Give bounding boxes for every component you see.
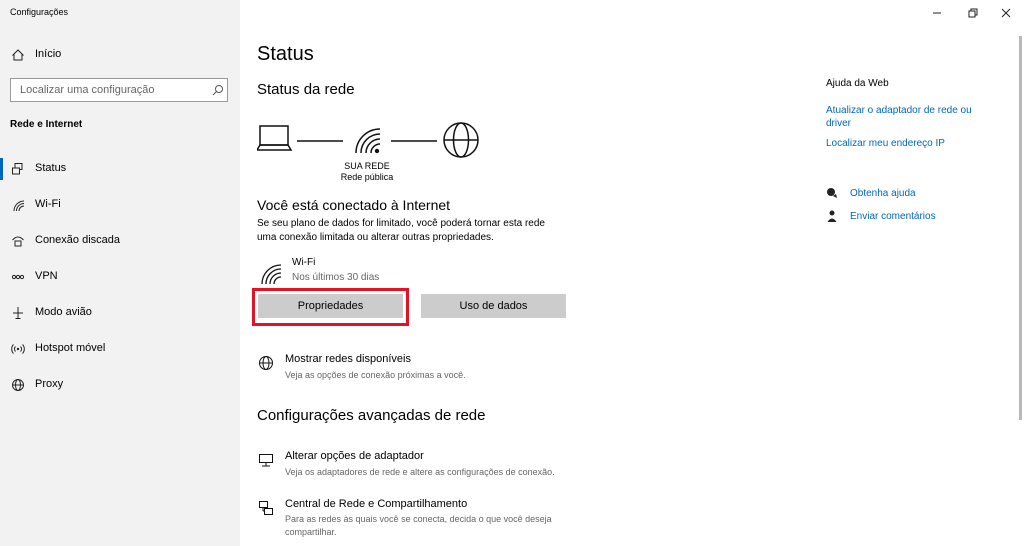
wifi-connection-icon	[261, 264, 282, 285]
minimize-icon[interactable]	[930, 6, 944, 20]
adapter-options-desc: Veja os adaptadores de rede e altere as …	[285, 467, 555, 477]
main-content: Status Status da rede SUA REDE Rede públ…	[240, 0, 1024, 546]
settings-window: Configurações Início Localizar uma confi…	[0, 0, 1024, 546]
sidebar-item-proxy[interactable]: Proxy	[0, 371, 240, 399]
network-diagram	[257, 122, 479, 158]
window-title: Configurações	[10, 7, 69, 17]
scrollbar[interactable]	[1019, 36, 1022, 420]
router-wifi-icon	[355, 128, 381, 154]
show-networks-link[interactable]: Mostrar redes disponíveis	[285, 353, 411, 365]
close-icon[interactable]	[999, 6, 1013, 20]
feedback-icon	[827, 210, 837, 222]
network-status-heading: Status da rede	[257, 81, 355, 98]
show-networks-desc: Veja as opções de conexão próximas a voc…	[285, 370, 466, 380]
advanced-heading: Configurações avançadas de rede	[257, 407, 486, 424]
sidebar-item-label: Status	[35, 162, 67, 174]
connected-desc-line2: uma conexão limitada ou alterar outras p…	[257, 232, 494, 243]
sidebar-item-dialup[interactable]: Conexão discada	[0, 227, 240, 255]
sharing-center-icon	[259, 501, 273, 515]
feedback-link[interactable]: Enviar comentários	[850, 211, 936, 222]
find-ip-link[interactable]: Localizar meu endereço IP	[826, 138, 945, 149]
update-adapter-link-cont[interactable]: driver	[826, 118, 851, 129]
globe-icon	[259, 356, 273, 370]
sharing-center-desc-line1: Para as redes às quais você se conecta, …	[285, 514, 552, 524]
wifi-icon	[13, 200, 25, 212]
search-placeholder: Localizar uma configuração	[20, 84, 155, 96]
sidebar-item-vpn[interactable]: VPN	[0, 263, 240, 291]
restore-icon[interactable]	[966, 6, 980, 20]
adapter-options-link[interactable]: Alterar opções de adaptador	[285, 450, 424, 462]
sharing-center-link[interactable]: Central de Rede e Compartilhamento	[285, 498, 467, 510]
network-name: SUA REDE	[344, 161, 390, 171]
search-icon	[212, 85, 223, 96]
sidebar-item-hotspot[interactable]: Hotspot móvel	[0, 335, 240, 363]
page-title: Status	[257, 43, 314, 65]
data-usage-button[interactable]: Uso de dados	[421, 294, 566, 318]
sidebar-item-wifi[interactable]: Wi-Fi	[0, 191, 240, 219]
connection-name: Wi-Fi	[292, 257, 316, 268]
sidebar-item-label: Proxy	[35, 378, 64, 390]
update-adapter-link[interactable]: Atualizar o adaptador de rede ou	[826, 105, 972, 116]
connected-desc-line1: Se seu plano de dados for limitado, você…	[257, 218, 545, 229]
connected-heading: Você está conectado à Internet	[257, 197, 451, 213]
get-help-link[interactable]: Obtenha ajuda	[850, 188, 916, 199]
sidebar-item-status[interactable]: Status	[0, 155, 240, 183]
sidebar-item-label: Hotspot móvel	[35, 342, 106, 354]
internet-globe-icon	[443, 122, 479, 158]
adapter-icon	[259, 454, 273, 467]
help-heading: Ajuda da Web	[826, 78, 889, 89]
airplane-icon	[13, 307, 23, 319]
sidebar-item-label: Modo avião	[35, 306, 92, 318]
hotspot-icon	[11, 344, 25, 354]
help-chat-icon	[827, 188, 837, 198]
connection-usage: Nos últimos 30 dias	[292, 272, 380, 283]
properties-button[interactable]: Propriedades	[258, 294, 403, 318]
sidebar-item-label: VPN	[35, 270, 58, 282]
status-icon	[12, 163, 23, 175]
laptop-icon	[257, 125, 293, 151]
home-icon	[12, 49, 24, 61]
dialup-icon	[12, 236, 24, 247]
sharing-center-desc-line2: compartilhar.	[285, 527, 337, 537]
home-label: Início	[35, 48, 62, 60]
network-type: Rede pública	[340, 172, 394, 182]
vpn-icon	[11, 274, 25, 280]
sidebar-item-label: Wi-Fi	[35, 198, 61, 210]
globe-icon	[12, 379, 24, 391]
search-box[interactable]: Localizar uma configuração	[10, 78, 228, 102]
sidebar-item-label: Conexão discada	[35, 234, 121, 246]
home-link[interactable]: Início	[0, 41, 240, 69]
sidebar-item-airplane[interactable]: Modo avião	[0, 299, 240, 327]
section-title: Rede e Internet	[10, 119, 83, 130]
sidebar: Configurações Início Localizar uma confi…	[0, 0, 240, 546]
